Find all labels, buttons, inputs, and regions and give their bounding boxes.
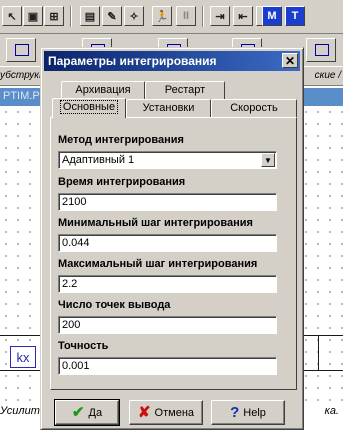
tab-main[interactable]: Основные (52, 98, 126, 118)
kx-block[interactable]: kx (10, 346, 36, 368)
block-out-icon[interactable]: ⇤ (233, 6, 253, 26)
calc-icon[interactable]: ▤ (80, 6, 100, 26)
question-mark-icon: ? (230, 404, 240, 421)
dialog-titlebar[interactable]: Параметры интегрирования ✕ (44, 51, 300, 71)
tab-restart[interactable]: Рестарт (145, 81, 225, 99)
tab-settings-label: Установки (142, 102, 195, 114)
time-field-value: 2100 (62, 196, 87, 208)
toolbar-separator (70, 6, 72, 27)
close-icon: ✕ (284, 53, 296, 68)
tab-main-label: Основные (59, 100, 119, 114)
paint-icon[interactable]: ✎ (102, 6, 122, 26)
accuracy-field[interactable]: 0.001 (58, 357, 277, 375)
max-step-field[interactable]: 2.2 (58, 275, 277, 293)
time-label: Время интегрирования (58, 176, 186, 188)
m-icon[interactable]: M (262, 6, 282, 26)
checkmark-icon: ✔ (71, 404, 85, 421)
min-step-field[interactable]: 0.044 (58, 234, 277, 252)
layout-icon[interactable]: ▣ (23, 6, 43, 26)
min-step-label: Минимальный шаг интегрирования (58, 217, 253, 229)
cancel-button-label: Отмена (154, 406, 195, 419)
palette-block-1[interactable] (6, 38, 36, 62)
cancel-button[interactable]: ✘ Отмена (129, 400, 203, 425)
min-step-field-value: 0.044 (62, 237, 90, 249)
cross-icon: ✘ (137, 404, 151, 421)
document-title: PTIM.P (3, 90, 40, 102)
integration-params-dialog: Параметры интегрирования ✕ Архивация Рес… (40, 47, 304, 430)
block-shape-icon (15, 44, 29, 56)
tab-settings[interactable]: Установки (126, 99, 211, 117)
help-button-label: Help (243, 406, 266, 419)
run-icon[interactable]: ✧ (124, 6, 144, 26)
accuracy-label: Точность (58, 340, 109, 352)
method-select[interactable]: Адаптивный 1 ▼ (58, 151, 277, 169)
ok-button[interactable]: ✔ Да (54, 399, 120, 426)
ok-button-label: Да (88, 406, 103, 419)
main-toolbar: ↖ ▣ ⊞ ▤ ✎ ✧ 🏃 II ⇥ ⇤ · M T (0, 0, 343, 34)
grid-icon[interactable]: ⊞ (44, 6, 64, 26)
points-field-value: 200 (62, 319, 81, 331)
palette-tab-right[interactable]: ские / (315, 70, 341, 81)
max-step-label: Максимальный шаг интегрирования (58, 258, 258, 270)
tab-speed[interactable]: Скорость (211, 99, 297, 117)
help-button[interactable]: ? Help (211, 400, 285, 425)
block-in-icon[interactable]: ⇥ (210, 6, 230, 26)
block-shape-icon (315, 44, 329, 56)
points-label: Число точек вывода (58, 299, 171, 311)
toolbar-separator (202, 6, 204, 27)
accuracy-field-value: 0.001 (62, 360, 90, 372)
palette-block-5[interactable] (306, 38, 336, 62)
time-field[interactable]: 2100 (58, 193, 277, 211)
connection-line (318, 335, 319, 371)
method-select-value: Адаптивный 1 (62, 154, 135, 166)
tab-archive-label: Архивация (75, 84, 131, 96)
pause-glyph: II (182, 10, 190, 22)
pointer-icon[interactable]: ↖ (2, 6, 22, 26)
kx-block-label: kx (16, 349, 30, 365)
dialog-title: Параметры интегрирования (48, 54, 217, 68)
tab-speed-label: Скорость (230, 102, 278, 114)
tab-archive[interactable]: Архивация (61, 81, 145, 99)
t-glyph: T (291, 10, 299, 22)
tab-main-panel: Метод интегрирования Адаптивный 1 ▼ Врем… (50, 117, 297, 390)
tab-restart-label: Рестарт (164, 84, 206, 96)
points-field[interactable]: 200 (58, 316, 277, 334)
max-step-field-value: 2.2 (62, 278, 78, 290)
caption-right: ка. (324, 405, 339, 417)
close-button[interactable]: ✕ (282, 53, 298, 68)
method-label: Метод интегрирования (58, 134, 184, 146)
m-glyph: M (267, 10, 277, 22)
t-icon[interactable]: T (285, 6, 305, 26)
run-figure-icon[interactable]: 🏃 (152, 6, 172, 26)
pause-icon[interactable]: II (176, 6, 196, 26)
chevron-down-icon[interactable]: ▼ (261, 153, 275, 167)
